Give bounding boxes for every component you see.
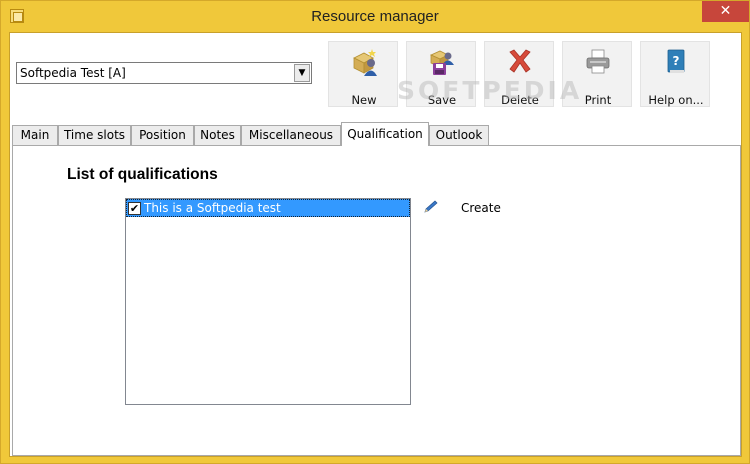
client-area: Softpedia Test [A] ▼ New Save Delete Pri… [9, 32, 742, 457]
list-item[interactable]: ✔ This is a Softpedia test [126, 199, 410, 217]
save-icon [430, 50, 454, 75]
title-bar[interactable]: Resource manager ✕ [1, 1, 749, 32]
new-button[interactable]: New [328, 41, 398, 107]
resource-select-value: Softpedia Test [A] [20, 66, 126, 80]
resource-manager-window: Resource manager ✕ Softpedia Test [A] ▼ … [0, 0, 750, 464]
qualification-checkbox[interactable]: ✔ [128, 202, 141, 215]
tab-notes[interactable]: Notes [194, 125, 241, 145]
print-icon [586, 49, 610, 74]
qualification-panel: List of qualifications ✔ This is a Softp… [12, 145, 741, 456]
tab-strip: Main Time slots Position Notes Miscellan… [12, 122, 743, 146]
resource-select[interactable]: Softpedia Test [A] ▼ [16, 62, 312, 84]
new-button-label: New [351, 93, 377, 107]
new-resource-icon [353, 49, 377, 76]
tab-position[interactable]: Position [131, 125, 194, 145]
tab-outlook[interactable]: Outlook [429, 125, 489, 145]
help-button-label: Help on... [648, 93, 704, 107]
qualification-label: This is a Softpedia test [144, 201, 281, 215]
help-button[interactable]: ? Help on... [640, 41, 710, 107]
watermark: SOFTPEDIA [397, 76, 583, 105]
chevron-down-icon[interactable]: ▼ [294, 64, 310, 82]
tab-main[interactable]: Main [12, 125, 58, 145]
svg-text:?: ? [673, 54, 680, 68]
tab-time-slots[interactable]: Time slots [58, 125, 131, 145]
window-title: Resource manager [311, 8, 439, 25]
close-button[interactable]: ✕ [702, 1, 749, 22]
qualifications-list[interactable]: ✔ This is a Softpedia test [125, 198, 411, 405]
tab-qualification[interactable]: Qualification [341, 122, 429, 146]
delete-icon [509, 49, 531, 73]
qualifications-heading: List of qualifications [67, 166, 218, 183]
tab-miscellaneous[interactable]: Miscellaneous [241, 125, 341, 145]
pencil-icon[interactable] [422, 199, 440, 215]
create-button[interactable]: Create [461, 201, 501, 215]
help-book-icon: ? [667, 49, 685, 73]
